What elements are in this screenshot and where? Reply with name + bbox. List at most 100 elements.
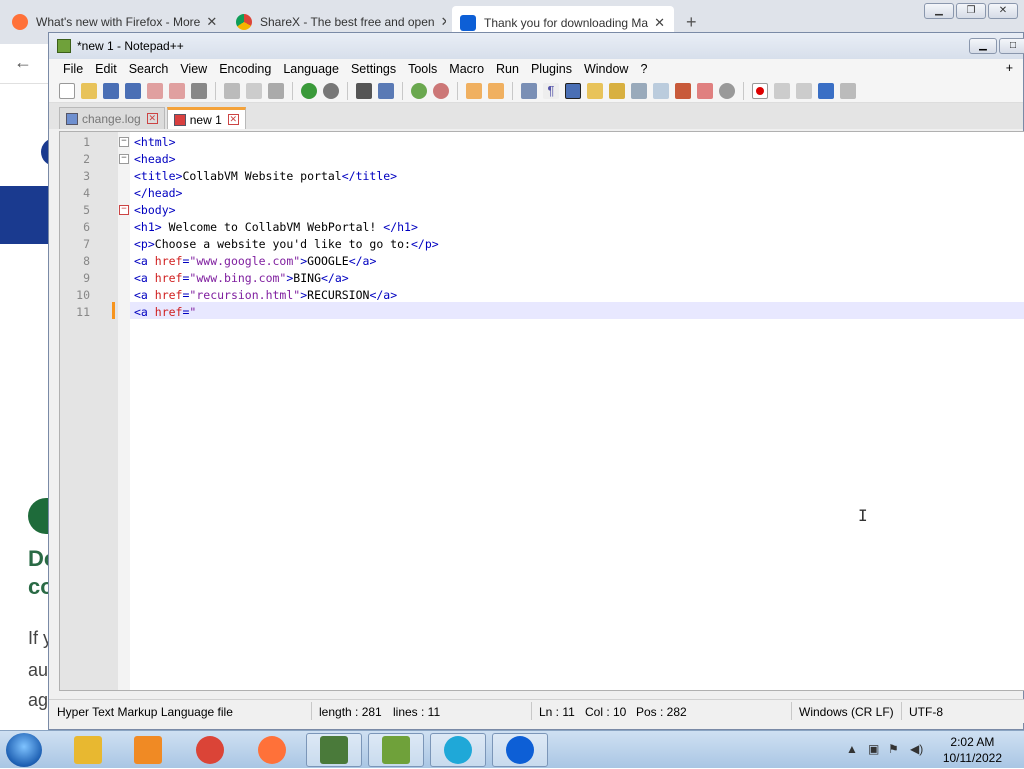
network-icon[interactable]: ▣ [868,742,882,756]
open-file-icon[interactable] [81,82,97,99]
firefox-icon [258,736,286,764]
menu-edit[interactable]: Edit [89,62,123,76]
menu-settings[interactable]: Settings [345,62,402,76]
close-file-icon[interactable] [147,82,163,99]
close-icon[interactable]: ✕ [441,14,446,30]
taskbar-app-notepadpp[interactable] [368,733,424,767]
menu-search[interactable]: Search [123,62,175,76]
stop-macro-icon[interactable] [774,82,790,99]
taskbar-app-chrome[interactable] [182,733,238,767]
maximize-button[interactable]: □ [999,38,1024,54]
clock[interactable]: 2:02 AM 10/11/2022 [943,734,1002,766]
chrome-icon [236,14,252,30]
volume-icon[interactable]: ◀) [910,742,924,756]
close-icon[interactable]: ✕ [227,114,239,125]
word-wrap-icon[interactable] [521,82,537,99]
code-text: <h1> Welcome to CollabVM WebPortal! </h1… [134,220,418,234]
doc-list-icon[interactable] [631,82,647,99]
menu-language[interactable]: Language [277,62,345,76]
find-icon[interactable] [356,82,372,99]
close-icon[interactable]: ✕ [146,113,158,124]
udl-icon[interactable] [587,82,603,99]
chrome-icon [196,736,224,764]
zoom-in-icon[interactable] [411,82,427,99]
record-macro-icon[interactable] [752,82,768,99]
taskbar-app-file-explorer[interactable] [60,733,116,767]
fold-toggle-icon[interactable]: − [119,137,129,147]
menu-encoding[interactable]: Encoding [213,62,277,76]
toolbar-divider [743,81,744,100]
status-eol[interactable]: Windows (CR LF) [799,705,894,719]
function-list-icon[interactable] [653,82,669,99]
paste-icon[interactable] [268,82,284,99]
undo-icon[interactable] [301,82,317,99]
show-all-chars-icon[interactable]: ¶ [543,82,559,99]
menu-run[interactable]: Run [490,62,525,76]
code-text: <title>CollabVM Website portal</title> [134,169,398,183]
new-tab-plus-icon[interactable]: + [686,12,697,33]
status-encoding[interactable]: UTF-8 [909,705,943,719]
fold-toggle-icon[interactable]: − [119,154,129,164]
minimize-button[interactable]: ▁ [969,38,997,54]
show-hidden-icons-icon[interactable]: ▲ [846,742,860,756]
close-button[interactable]: ✕ [988,3,1018,19]
toolbar-divider [402,81,403,100]
cut-icon[interactable] [224,82,240,99]
taskbar-app-media-player[interactable] [120,733,176,767]
menu-plus-button[interactable]: + [1000,61,1019,75]
back-arrow-icon[interactable]: ← [14,52,32,73]
print-icon[interactable] [191,82,207,99]
doc-tab-label: change.log [82,111,141,126]
maximize-button[interactable]: ❐ [956,3,986,19]
menu-macro[interactable]: Macro [443,62,490,76]
sync-horizontal-icon[interactable] [488,82,504,99]
close-icon[interactable]: ✕ [654,15,665,31]
clock-date: 10/11/2022 [942,751,1002,765]
taskbar-app-vm-monitor[interactable] [306,733,362,767]
indent-guide-icon[interactable] [565,82,581,99]
replace-icon[interactable] [378,82,394,99]
notepadpp-window: *new 1 - Notepad++ ▁ □ File Edit Search Vie… [48,32,1024,730]
close-all-icon[interactable] [169,82,185,99]
change-marker [112,302,115,319]
menu-view[interactable]: View [174,62,213,76]
code-text: <a href="www.google.com">GOOGLE</a> [134,254,377,268]
taskbar-app-malwarebytes[interactable] [492,733,548,767]
folder-workspace-icon[interactable] [675,82,691,99]
code-editor[interactable]: 1− <html> 2− <head> 3 <title>CollabVM Website… [59,131,1024,691]
menu-help[interactable]: ? [634,62,653,76]
taskbar-app-edge[interactable] [430,733,486,767]
fold-toggle-icon[interactable]: − [119,205,129,215]
start-button[interactable] [6,733,42,767]
copy-icon[interactable] [246,82,262,99]
monitoring-icon[interactable] [697,82,713,99]
doc-tab-changelog[interactable]: change.log ✕ [59,107,165,129]
notepadpp-icon [382,736,410,764]
doc-map-icon[interactable] [609,82,625,99]
close-icon[interactable]: ✕ [206,14,217,30]
play-macro-icon[interactable] [796,82,812,99]
zoom-out-icon[interactable] [433,82,449,99]
page-text-fragment: ag [28,690,49,710]
menu-plugins[interactable]: Plugins [525,62,578,76]
current-line-highlight [130,302,1024,319]
play-multiple-icon[interactable] [818,82,834,99]
redo-icon[interactable] [323,82,339,99]
firefox-icon [12,14,28,30]
doc-tab-new1[interactable]: new 1 ✕ [166,107,246,129]
panel-icon[interactable] [719,82,735,99]
minimize-button[interactable]: ▁ [924,3,954,19]
menu-window[interactable]: Window [578,62,634,76]
save-macro-icon[interactable] [840,82,856,99]
status-ln: Ln : 11 [539,705,575,719]
menu-tools[interactable]: Tools [402,62,443,76]
save-all-icon[interactable] [125,82,141,99]
save-icon[interactable] [103,82,119,99]
new-file-icon[interactable] [59,82,75,99]
menu-file[interactable]: File [57,62,89,76]
status-lines: lines : 11 [393,705,441,719]
action-center-flag-icon[interactable]: ⚑ [888,742,902,756]
sync-vertical-icon[interactable] [466,82,482,99]
fold-margin [118,132,130,690]
taskbar-app-firefox[interactable] [244,733,300,767]
